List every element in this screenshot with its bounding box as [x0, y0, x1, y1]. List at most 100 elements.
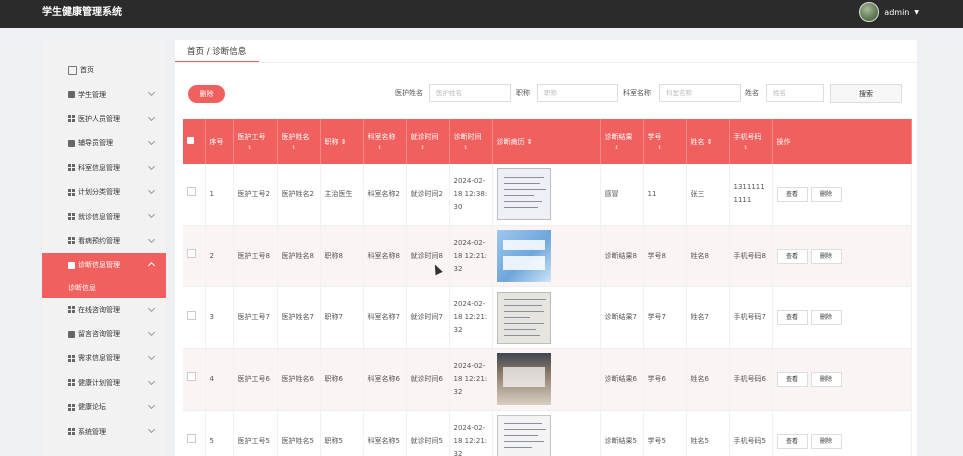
row-checkbox[interactable] [187, 249, 196, 259]
staff-name-input[interactable] [429, 84, 511, 102]
sidebar-item-system[interactable]: 系统管理 [42, 419, 166, 443]
record-image[interactable] [496, 353, 551, 406]
dept-input[interactable] [659, 84, 741, 102]
cell-title: 主治医生 [320, 164, 364, 226]
sort-icon[interactable]: ⇕ [527, 138, 533, 146]
record-image[interactable] [496, 291, 551, 344]
col-header-staff-name[interactable]: 医护姓名 ⇕ [277, 119, 321, 164]
user-menu[interactable]: admin ▼ [859, 2, 919, 22]
sidebar-item-visits[interactable]: 就诊信息管理 [42, 204, 166, 228]
sidebar-item-students[interactable]: 学生管理 [42, 82, 166, 106]
sidebar-item-online-consult[interactable]: 在线咨询管理 [42, 298, 166, 322]
sidebar-item-home[interactable]: 首页 [42, 58, 166, 82]
sidebar-item-departments[interactable]: 科室信息管理 [42, 156, 166, 180]
user-name[interactable]: admin [884, 8, 909, 17]
col-header-diag-time[interactable]: 诊断时间 ⇕ [449, 119, 493, 164]
cell-actions: 查看 删除 [772, 410, 912, 456]
sidebar-item-counselors[interactable]: 辅导员管理 [42, 131, 166, 155]
row-delete-button[interactable]: 删除 [810, 371, 842, 387]
view-button[interactable]: 查看 [776, 186, 808, 202]
sidebar-item-health-forum[interactable]: 健康论坛 [42, 395, 166, 419]
view-button[interactable]: 查看 [776, 433, 808, 449]
select-all-cell[interactable] [183, 119, 206, 164]
record-image[interactable] [496, 415, 551, 456]
sort-icon[interactable]: ⇕ [454, 145, 488, 151]
view-button[interactable]: 查看 [776, 371, 808, 387]
sidebar-item-plan-categories[interactable]: 计划分类管理 [42, 180, 166, 204]
sort-icon[interactable]: ⇕ [368, 145, 402, 151]
search-button[interactable]: 搜索 [830, 84, 902, 103]
sort-icon[interactable]: ⇕ [238, 145, 273, 151]
chevron-down-icon [147, 328, 156, 336]
sidebar-item-label: 留言咨询管理 [78, 330, 120, 339]
app-title: 学生健康管理系统 [42, 7, 122, 18]
sidebar-subitem-diagnosis-info[interactable]: 诊断信息 [42, 277, 166, 298]
view-button[interactable]: 查看 [776, 248, 808, 264]
cell-phone: 13111111111 [729, 164, 773, 226]
sidebar-item-label: 就诊信息管理 [78, 212, 120, 221]
sort-icon[interactable]: ⇕ [707, 138, 713, 146]
sidebar-item-medical-staff[interactable]: 医护人员管理 [42, 107, 166, 131]
top-bar: 学生健康管理系统 admin ▼ [0, 0, 963, 28]
row-delete-button[interactable]: 删除 [810, 186, 842, 202]
table-row: 5 医护工号5 医护姓名5 职称5 科室名称5 就诊时间5 2024-02-18… [183, 410, 912, 456]
cell-diag-time: 2024-02-18 12:38:30 [449, 164, 493, 226]
sidebar-item-label: 辅导员管理 [78, 139, 113, 148]
breadcrumb-bar: 首页 / 诊断信息 [175, 40, 917, 63]
row-checkbox[interactable] [187, 310, 196, 320]
caret-down-icon[interactable]: ▼ [914, 9, 919, 16]
chevron-down-icon [147, 138, 156, 146]
sort-icon[interactable]: ⇕ [411, 145, 445, 151]
row-checkbox[interactable] [187, 434, 196, 444]
sidebar-item-requirements[interactable]: 需求信息管理 [42, 346, 166, 370]
col-header-record[interactable]: 诊断病历 ⇕ [492, 119, 601, 164]
row-checkbox[interactable] [187, 187, 196, 197]
record-image[interactable] [496, 230, 551, 283]
sort-icon[interactable]: ⇕ [341, 138, 347, 146]
col-header-student-id[interactable]: 学号 ⇕ [643, 119, 687, 164]
sidebar-item-health-plans[interactable]: 健康计划管理 [42, 371, 166, 395]
col-header-dept[interactable]: 科室名称 ⇕ [363, 119, 407, 164]
cell-student-id: 学号6 [643, 348, 687, 411]
name-input[interactable] [766, 84, 824, 102]
col-header-phone[interactable]: 手机号码 ⇕ [729, 119, 773, 164]
select-all-checkbox[interactable] [187, 137, 194, 144]
col-header-name[interactable]: 姓名 ⇕ [686, 119, 730, 164]
avatar[interactable] [859, 2, 880, 22]
sort-icon[interactable]: ⇕ [734, 145, 768, 151]
sort-icon[interactable]: ⇕ [282, 145, 316, 151]
breadcrumb[interactable]: 首页 / 诊断信息 [187, 45, 246, 62]
cell-no: 3 [205, 286, 234, 350]
home-icon [68, 65, 77, 75]
col-header-staff-id[interactable]: 医护工号 ⇕ [233, 119, 278, 164]
sort-icon[interactable]: ⇕ [648, 145, 682, 151]
message-icon [68, 330, 75, 338]
col-header-title[interactable]: 职称 ⇕ [320, 119, 364, 164]
sort-icon[interactable]: ⇕ [605, 145, 639, 151]
sidebar-item-messages[interactable]: 留言咨询管理 [42, 322, 166, 346]
view-button[interactable]: 查看 [776, 310, 808, 326]
sidebar-item-appointments[interactable]: 看病预约管理 [42, 229, 166, 253]
row-delete-button[interactable]: 删除 [810, 310, 842, 326]
cell-result: 诊断结果6 [600, 348, 644, 411]
grid-icon [68, 403, 75, 411]
record-image[interactable] [496, 168, 551, 221]
cell-staff-name: 医护姓名5 [277, 410, 321, 456]
col-header-visit-time[interactable]: 就诊时间 ⇕ [406, 119, 450, 164]
cell-name: 姓名6 [686, 348, 730, 411]
cell-record [492, 348, 601, 411]
title-input[interactable] [537, 84, 618, 102]
chevron-down-icon [147, 113, 156, 121]
sidebar-subitem-label: 诊断信息 [68, 283, 96, 292]
cell-visit-time: 就诊时间6 [406, 348, 450, 411]
grid-icon [68, 237, 75, 245]
row-checkbox[interactable] [187, 372, 196, 382]
cell-diag-time: 2024-02-18 12:21:32 [449, 410, 493, 456]
cell-result: 诊断结果7 [600, 286, 644, 350]
student-icon [68, 91, 75, 99]
chevron-down-icon [147, 89, 156, 97]
col-header-result[interactable]: 诊断结果 ⇕ [600, 119, 644, 164]
sidebar-item-diagnosis[interactable]: 诊断信息管理 [42, 253, 166, 278]
row-delete-button[interactable]: 删除 [810, 248, 842, 264]
row-delete-button[interactable]: 删除 [810, 433, 842, 449]
